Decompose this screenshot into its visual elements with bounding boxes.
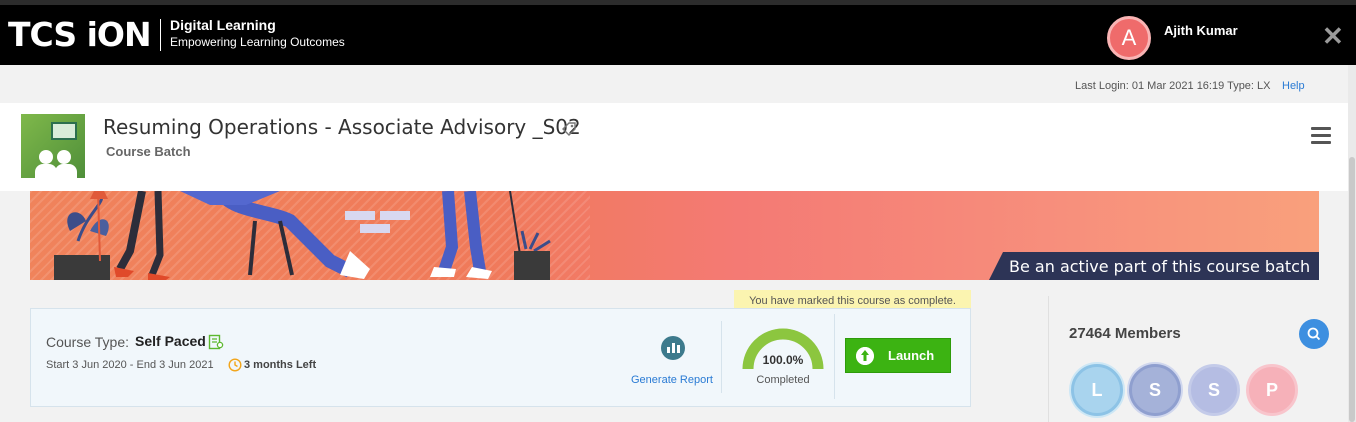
menu-icon[interactable] [1311, 127, 1331, 145]
course-type-value: Self Paced [135, 333, 206, 349]
card-divider [834, 314, 835, 399]
course-dates: Start 3 Jun 2020 - End 3 Jun 2021 [46, 359, 214, 371]
generate-report-link[interactable]: Generate Report [631, 374, 713, 386]
thumbnail-person-body [55, 164, 77, 178]
certificate-icon [208, 334, 224, 350]
user-name[interactable]: Ajith Kumar [1164, 23, 1238, 38]
course-type-label: Course Type: [46, 334, 130, 350]
members-divider [1048, 296, 1049, 422]
thumbnail-person [57, 150, 71, 164]
last-login: Last Login: 01 Mar 2021 16:19 Type: LX [1075, 80, 1271, 92]
brand-subtitle: Empowering Learning Outcomes [170, 35, 345, 49]
time-left: 3 months Left [244, 359, 317, 371]
logo-divider [160, 19, 161, 51]
logo: TCS iON [8, 15, 152, 54]
course-subtitle: Course Batch [106, 144, 191, 159]
brand-title: Digital Learning [170, 17, 276, 33]
thumbnail-screen [51, 122, 77, 140]
member-avatar[interactable]: P [1246, 364, 1298, 416]
member-avatar[interactable]: S [1129, 364, 1181, 416]
course-thumbnail [21, 114, 85, 178]
thumbnail-person-body [35, 164, 57, 178]
close-icon[interactable]: ✕ [1322, 23, 1344, 49]
launch-button[interactable]: Launch [845, 338, 951, 373]
member-avatar[interactable]: L [1071, 364, 1123, 416]
progress-value: 100.0% [762, 353, 804, 367]
top-header: TCS iON Digital Learning Empowering Lear… [0, 0, 1356, 65]
user-avatar[interactable]: A [1107, 16, 1151, 60]
search-glyph [1307, 327, 1321, 341]
launch-button-label: Launch [888, 348, 935, 363]
banner-illustration [54, 191, 551, 280]
course-header: Resuming Operations - Associate Advisory… [0, 103, 1348, 191]
members-count: 27464 Members [1069, 325, 1181, 342]
launch-icon [856, 347, 874, 365]
banner-caption: Be an active part of this course batch [989, 252, 1319, 280]
report-icon[interactable] [661, 336, 685, 360]
course-banner: Be an active part of this course batch [30, 191, 1319, 280]
help-link[interactable]: Help [1282, 80, 1305, 92]
clock-icon [228, 358, 242, 372]
member-avatar[interactable]: S [1188, 364, 1240, 416]
banner-caption-text: Be an active part of this course batch [1009, 257, 1311, 276]
search-icon[interactable] [1299, 319, 1329, 349]
scrollbar-thumb[interactable] [1349, 157, 1355, 422]
course-card: Course Type: Self Paced Start 3 Jun 2020… [30, 308, 971, 407]
tag-icon[interactable] [561, 121, 577, 137]
card-divider [721, 321, 722, 393]
course-title: Resuming Operations - Associate Advisory… [103, 115, 581, 139]
thumbnail-person [39, 150, 53, 164]
scrollbar[interactable] [1348, 65, 1356, 422]
progress-label: Completed [756, 374, 810, 386]
